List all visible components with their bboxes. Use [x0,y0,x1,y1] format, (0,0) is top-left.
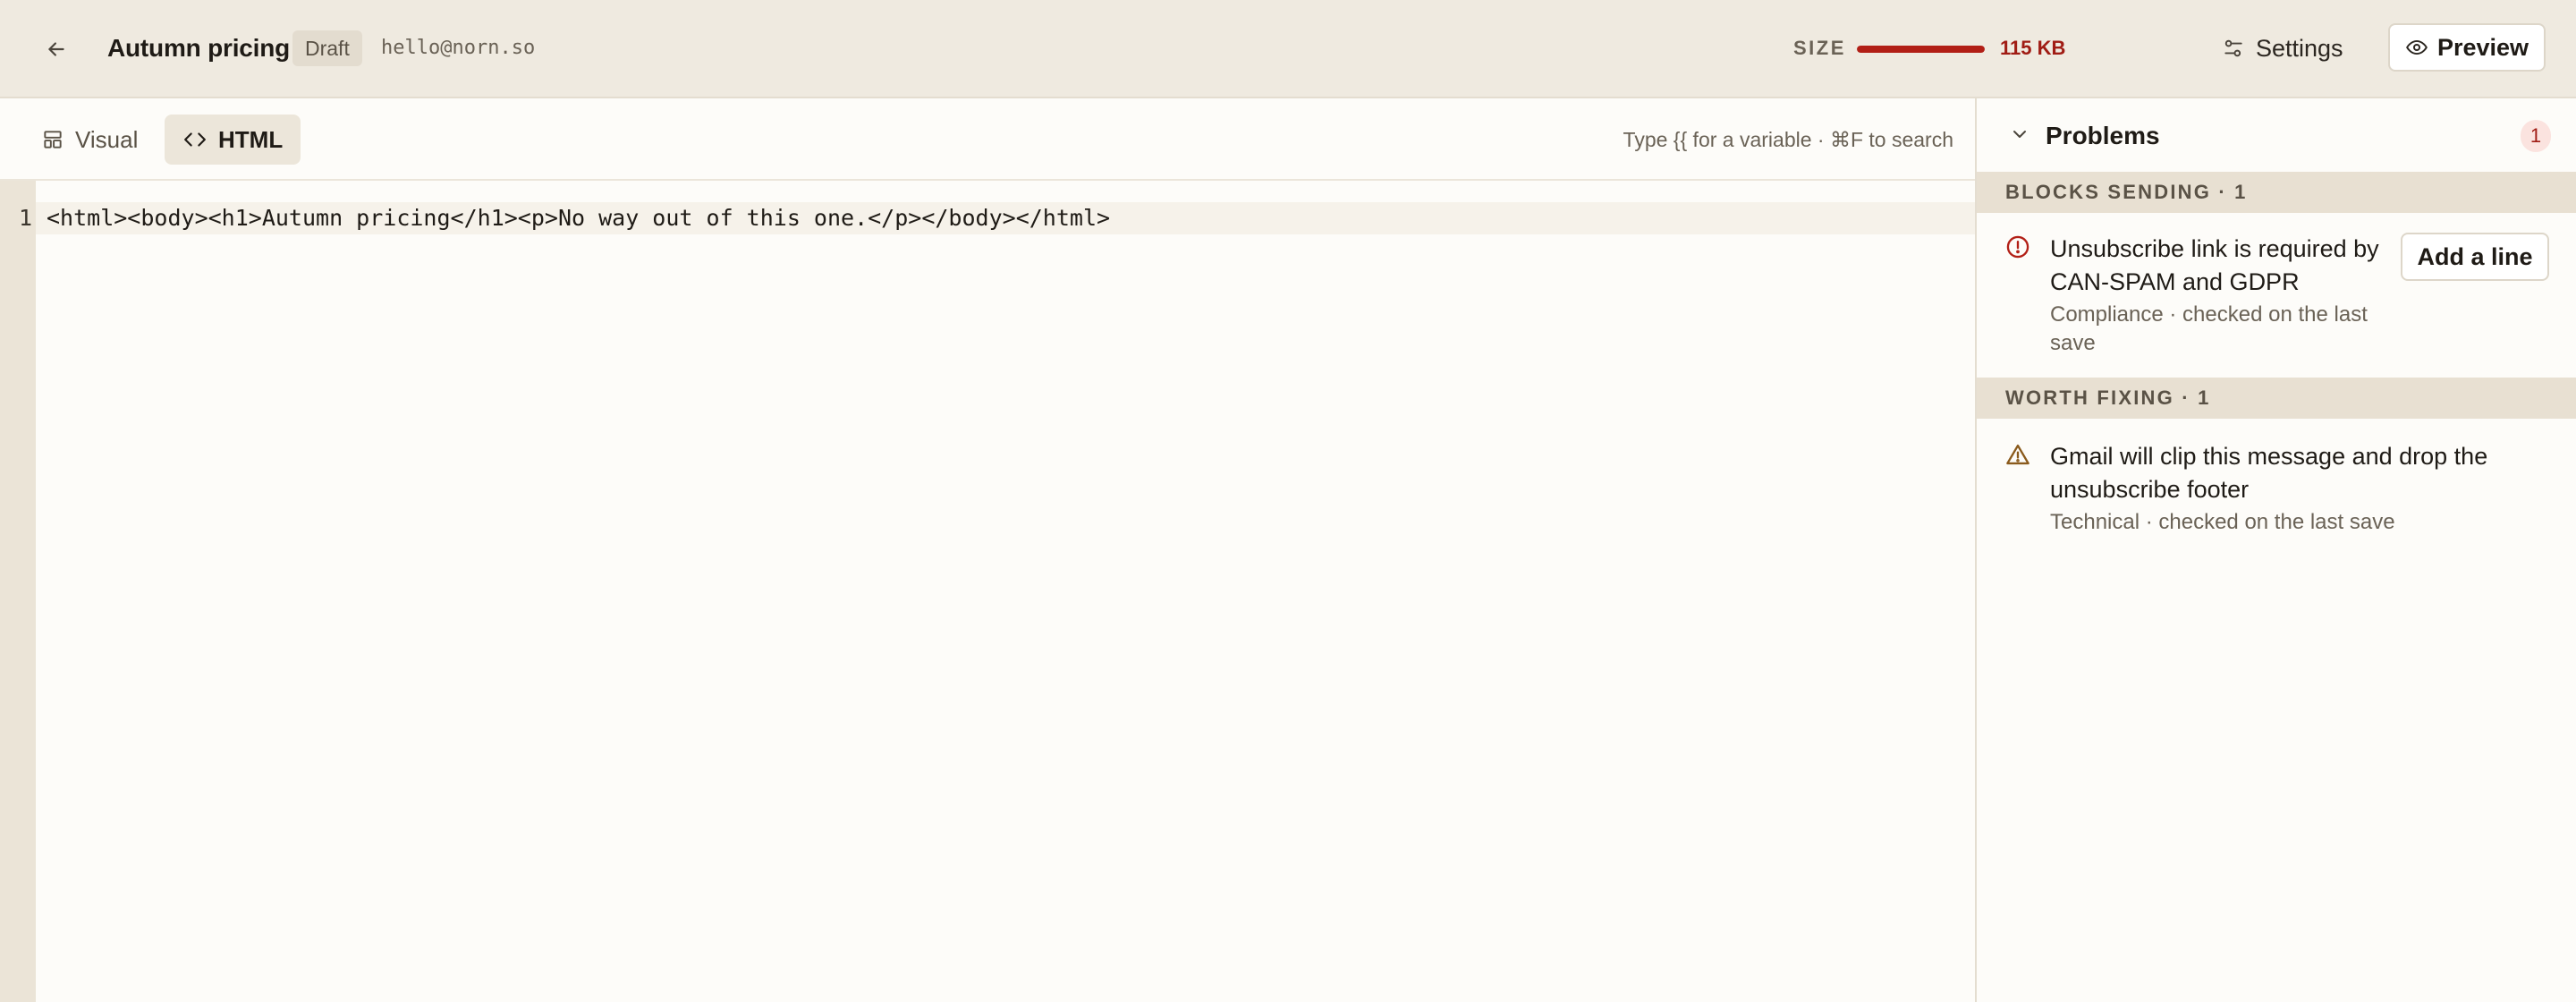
tab-visual[interactable]: Visual [23,115,156,165]
editor-hint: Type {{ for a variable · ⌘F to search [1623,128,1953,151]
preview-label: Preview [2436,33,2529,61]
tab-visual-label: Visual [75,125,139,153]
section-heading-blocks-sending: BLOCKS SENDING · 1 [1977,172,2576,213]
settings-button[interactable]: Settings [2209,25,2356,72]
problems-count-badge: 1 [2521,120,2551,152]
issue-meta-compliance-line2: save [2050,331,2096,355]
size-label: SIZE [1793,37,1846,59]
page-title: Autumn pricing [107,34,291,62]
issue-title-unsubscribe-line2: CAN-SPAM and GDPR [2050,268,2300,295]
status-badge: Draft [292,30,362,66]
error-circle-icon [2006,235,2029,259]
issue-meta-compliance: Compliance · checked on the last [2050,302,2368,327]
top-bar: Autumn pricing Draft hello@norn.so SIZE … [0,0,2576,98]
arrow-left-icon [48,42,64,56]
issue-title-gmail-clip-line2: unsubscribe footer [2050,476,2250,503]
sliders-icon [2224,39,2242,57]
problems-title: Problems [2046,122,2160,149]
size-value: 115 KB [2000,37,2066,59]
code-icon [184,132,206,147]
problems-header[interactable]: Problems 1 [1977,98,2576,172]
add-line-button[interactable]: Add a line [2401,233,2549,281]
size-meter [1857,46,1985,53]
back-button[interactable] [36,29,77,70]
layout-icon [44,131,62,149]
editor-toolbar: Visual HTML Type {{ for a variable · ⌘F … [0,98,1975,181]
settings-label: Settings [2256,34,2343,62]
issue-meta-technical: Technical · checked on the last save [2050,510,2395,534]
code-line[interactable]: <html><body><h1>Autumn pricing</h1><p>No… [47,204,1110,233]
preview-button[interactable]: Preview [2388,23,2546,72]
warning-triangle-icon [2006,444,2029,465]
problems-panel: Problems 1 BLOCKS SENDING · 1 Unsubscrib… [1975,98,2576,1002]
issue-title-gmail-clip: Gmail will clip this message and drop th… [2050,443,2488,470]
sender-address: hello@norn.so [381,37,536,59]
issue-title-unsubscribe: Unsubscribe link is required by [2050,235,2379,262]
chevron-down-icon[interactable] [2009,123,2030,145]
size-meter-fill [1857,46,1985,53]
tab-html[interactable]: HTML [165,115,301,165]
line-number: 1 [18,205,32,231]
section-heading-worth-fixing: WORTH FIXING · 1 [1977,378,2576,419]
line-gutter [0,181,36,1002]
eye-icon [2406,39,2428,55]
tab-html-label: HTML [218,125,284,153]
